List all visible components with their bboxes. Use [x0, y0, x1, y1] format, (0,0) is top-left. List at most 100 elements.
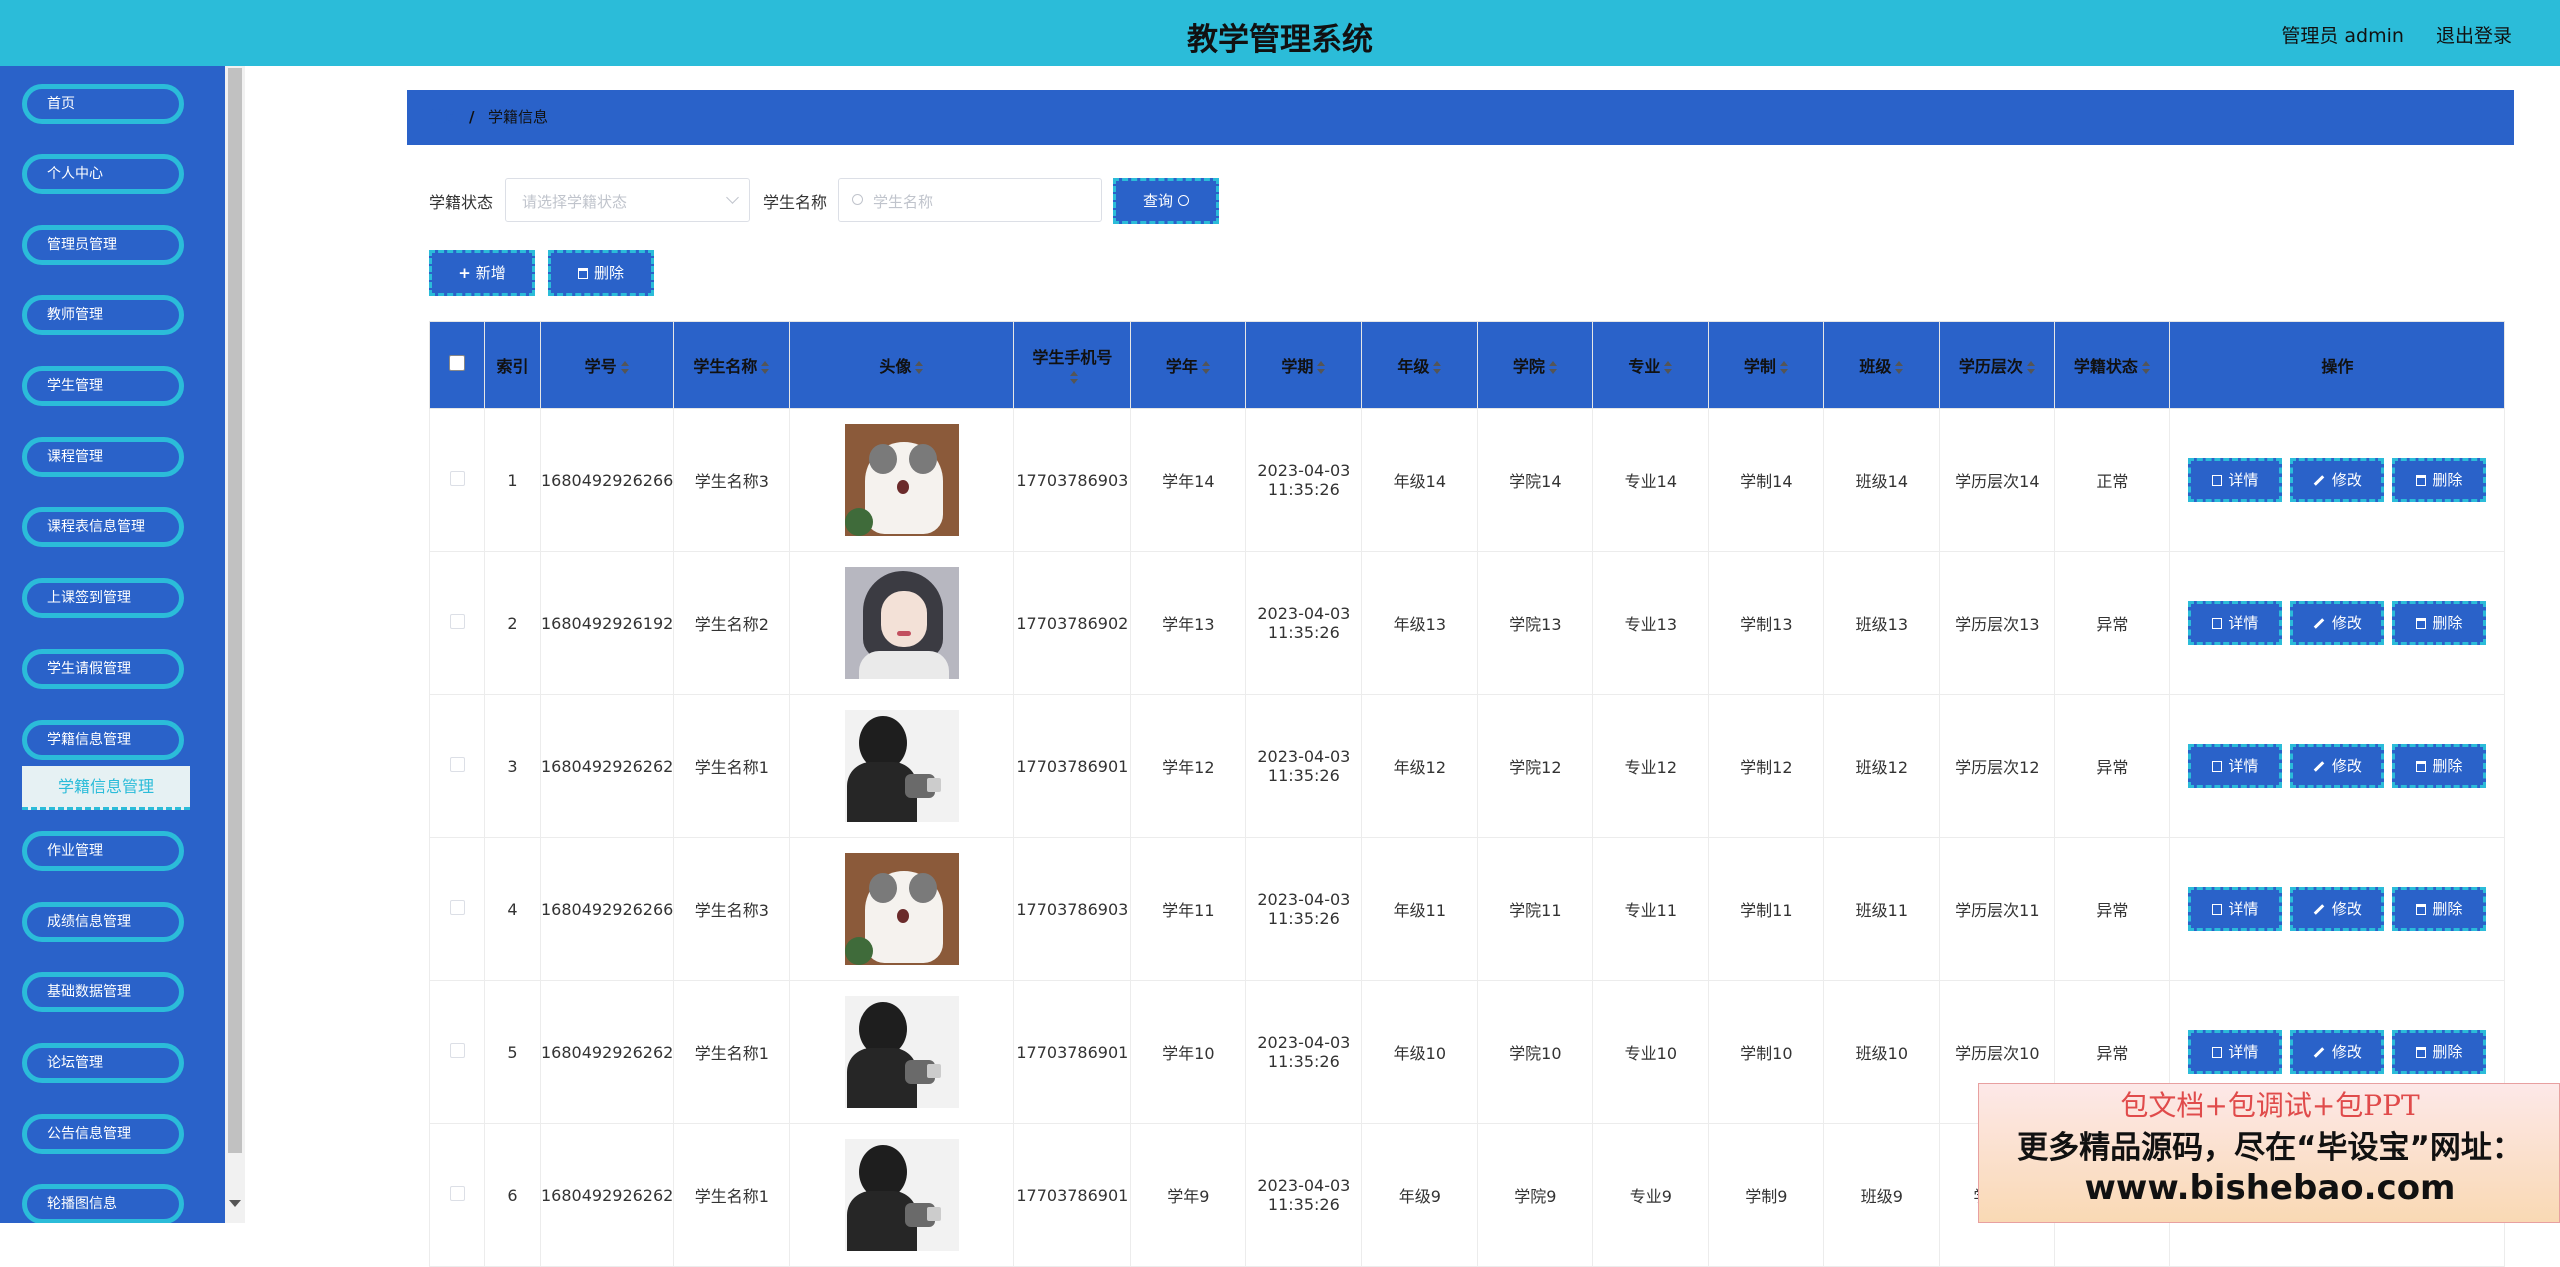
- sort-icon[interactable]: [761, 360, 770, 375]
- sidebar-item-registration[interactable]: 学籍信息管理: [22, 720, 184, 760]
- row-checkbox[interactable]: [449, 470, 465, 486]
- sidebar-item-notices[interactable]: 公告信息管理: [22, 1114, 184, 1154]
- header-college[interactable]: 学院: [1477, 321, 1594, 409]
- sort-icon[interactable]: [1433, 360, 1442, 375]
- row-select-cell[interactable]: [429, 1123, 485, 1267]
- trash-icon: [577, 268, 588, 279]
- edit-button[interactable]: 修改: [2290, 1030, 2385, 1074]
- row-select-cell[interactable]: [429, 694, 485, 838]
- breadcrumb-separator: /: [469, 108, 475, 126]
- row-select-cell[interactable]: [429, 837, 485, 981]
- status-select[interactable]: 请选择学籍状态: [505, 178, 750, 222]
- detail-label: 详情: [2228, 614, 2259, 632]
- submenu-item-registration[interactable]: 学籍信息管理: [22, 766, 190, 810]
- promo-line-1: 包文档+包调试+包PPT: [2120, 1089, 2420, 1122]
- header-system[interactable]: 学制: [1708, 321, 1825, 409]
- header-phone[interactable]: 学生手机号: [1013, 321, 1132, 409]
- header-avatar[interactable]: 头像: [789, 321, 1015, 409]
- header-grade[interactable]: 年级: [1361, 321, 1479, 409]
- row-select-cell[interactable]: [429, 408, 485, 552]
- row-checkbox[interactable]: [449, 756, 465, 772]
- sidebar-item-courses[interactable]: 课程管理: [22, 437, 184, 477]
- sort-icon[interactable]: [2026, 360, 2036, 375]
- edit-button[interactable]: 修改: [2290, 458, 2385, 502]
- sidebar-item-admins[interactable]: 管理员管理: [22, 225, 184, 265]
- sidebar-item-profile[interactable]: 个人中心: [22, 154, 184, 194]
- header-student-no-label: 学号: [584, 357, 617, 376]
- sidebar-item-teachers[interactable]: 教师管理: [22, 295, 184, 335]
- sort-icon[interactable]: [1779, 360, 1789, 375]
- sort-icon[interactable]: [1664, 360, 1673, 375]
- header-term[interactable]: 学期: [1245, 321, 1363, 409]
- sort-icon[interactable]: [1895, 360, 1904, 375]
- row-checkbox[interactable]: [449, 1185, 465, 1201]
- delete-button[interactable]: 删除: [2392, 1030, 2487, 1074]
- sort-icon[interactable]: [1548, 360, 1558, 375]
- header-select-all[interactable]: [429, 321, 485, 409]
- avatar-man-image: [844, 710, 959, 822]
- sidebar-item-home[interactable]: 首页: [22, 84, 184, 124]
- row-checkbox[interactable]: [449, 613, 465, 629]
- sidebar-item-students[interactable]: 学生管理: [22, 366, 184, 406]
- delete-label: 删除: [2432, 1043, 2463, 1061]
- scroll-down-arrow-icon[interactable]: [229, 1200, 241, 1207]
- sort-icon[interactable]: [620, 360, 630, 375]
- student-name-input[interactable]: 学生名称: [838, 178, 1102, 222]
- sort-icon[interactable]: [2141, 360, 2151, 375]
- promo-banner[interactable]: 包文档+包调试+包PPT 更多精品源码，尽在“毕设宝”网址： www.bishe…: [1978, 1083, 2560, 1223]
- cell-name: 学生名称3: [673, 837, 791, 981]
- sidebar-item-carousel[interactable]: 轮播图信息: [22, 1184, 184, 1223]
- detail-button[interactable]: 详情: [2188, 458, 2283, 502]
- detail-button[interactable]: 详情: [2188, 1030, 2283, 1074]
- batch-delete-button[interactable]: 删除: [548, 250, 654, 296]
- sidebar-item-attendance[interactable]: 上课签到管理: [22, 578, 184, 618]
- edit-button[interactable]: 修改: [2290, 601, 2385, 645]
- delete-button[interactable]: 删除: [2392, 887, 2487, 931]
- delete-button[interactable]: 删除: [2392, 601, 2487, 645]
- cell-operations: 详情 修改 删除: [2169, 837, 2506, 981]
- header-student-name[interactable]: 学生名称: [673, 321, 791, 409]
- add-button[interactable]: + 新增: [429, 250, 535, 296]
- header-term-label: 学期: [1281, 357, 1314, 376]
- row-select-cell[interactable]: [429, 551, 485, 695]
- cell-grade: 年级12: [1361, 694, 1479, 838]
- sidebar-item-grades[interactable]: 成绩信息管理: [22, 902, 184, 942]
- header-year[interactable]: 学年: [1130, 321, 1247, 409]
- cell-avatar: [789, 694, 1015, 838]
- sort-icon[interactable]: [915, 360, 924, 375]
- scrollbar-thumb[interactable]: [228, 68, 242, 1153]
- row-checkbox[interactable]: [449, 1042, 465, 1058]
- document-icon: [2212, 1047, 2223, 1058]
- header-level[interactable]: 学历层次: [1939, 321, 2056, 409]
- row-select-cell[interactable]: [429, 980, 485, 1124]
- header-class[interactable]: 班级: [1823, 321, 1941, 409]
- sidebar-item-homework[interactable]: 作业管理: [22, 831, 184, 871]
- header-status[interactable]: 学籍状态: [2054, 321, 2171, 409]
- select-all-checkbox[interactable]: [449, 355, 465, 371]
- detail-button[interactable]: 详情: [2188, 887, 2283, 931]
- sidebar-item-timetable[interactable]: 课程表信息管理: [22, 507, 184, 547]
- cell-operations: 详情 修改 删除: [2169, 694, 2506, 838]
- plus-icon: +: [458, 264, 471, 282]
- cell-college: 学院12: [1477, 694, 1594, 838]
- search-icon: [1178, 195, 1189, 206]
- sort-icon[interactable]: [1201, 360, 1211, 375]
- sidebar-item-base-data[interactable]: 基础数据管理: [22, 972, 184, 1012]
- delete-button[interactable]: 删除: [2392, 744, 2487, 788]
- delete-button[interactable]: 删除: [2392, 458, 2487, 502]
- logout-link[interactable]: 退出登录: [2436, 25, 2512, 47]
- row-checkbox[interactable]: [449, 899, 465, 915]
- sort-icon[interactable]: [1069, 371, 1079, 385]
- header-student-no[interactable]: 学号: [539, 321, 675, 409]
- breadcrumb-home[interactable]: 首页: [429, 90, 459, 145]
- edit-button[interactable]: 修改: [2290, 744, 2385, 788]
- detail-button[interactable]: 详情: [2188, 744, 2283, 788]
- query-button[interactable]: 查询: [1113, 178, 1219, 224]
- cell-major: 专业10: [1592, 980, 1710, 1124]
- sort-icon[interactable]: [1317, 360, 1326, 375]
- header-major[interactable]: 专业: [1592, 321, 1710, 409]
- sidebar-item-leave[interactable]: 学生请假管理: [22, 649, 184, 689]
- edit-button[interactable]: 修改: [2290, 887, 2385, 931]
- sidebar-item-forum[interactable]: 论坛管理: [22, 1043, 184, 1083]
- detail-button[interactable]: 详情: [2188, 601, 2283, 645]
